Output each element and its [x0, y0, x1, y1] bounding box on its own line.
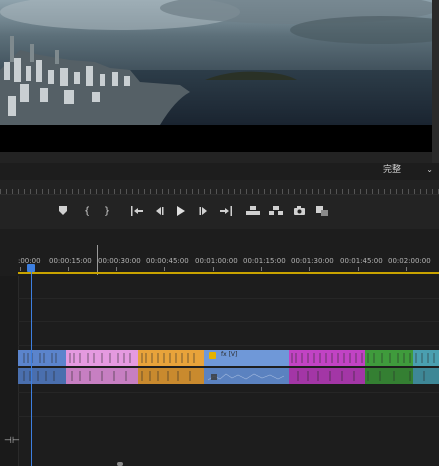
- step-back-icon: [156, 207, 164, 215]
- export-frame-button[interactable]: [290, 203, 308, 221]
- timecode-label: 00:01:45:00: [340, 257, 383, 265]
- timecode-label: 00:01:00:00: [195, 257, 238, 265]
- playback-resolution-dropdown[interactable]: 完整 ⌄: [381, 163, 433, 177]
- go-to-in-button[interactable]: [128, 203, 146, 221]
- timeline-panel: :00:00 00:00:15:00 00:00:30:00 00:00:45:…: [0, 229, 439, 466]
- chevron-down-icon: ⌄: [426, 165, 433, 174]
- track-divider: [18, 416, 439, 417]
- work-area-bar[interactable]: [18, 272, 439, 274]
- snap-icon[interactable]: ⊣⊢: [4, 436, 20, 446]
- timecode-label: 00:00:15:00: [49, 257, 92, 265]
- tick-mark: [116, 267, 117, 271]
- playhead[interactable]: [31, 272, 32, 466]
- marker-icon: [59, 206, 67, 215]
- tick-mark: [406, 267, 407, 271]
- mark-in-button[interactable]: {: [78, 203, 96, 221]
- comparison-icon: [316, 206, 328, 216]
- timecode-label: 00:00:45:00: [146, 257, 189, 265]
- city-coast-frame-image: [0, 0, 432, 152]
- play-button[interactable]: [172, 203, 190, 221]
- playhead-handle[interactable]: [27, 264, 35, 272]
- tick-mark: [68, 267, 69, 271]
- go-to-in-icon: [131, 206, 143, 216]
- go-to-out-button[interactable]: [217, 203, 235, 221]
- clip-keyframe-overlay: [23, 353, 435, 381]
- tick-mark: [213, 267, 214, 271]
- timecode-label: 00:01:15:00: [243, 257, 286, 265]
- lift-icon: [246, 206, 260, 215]
- play-icon: [177, 206, 185, 216]
- timecode-label: 00:00:30:00: [98, 257, 141, 265]
- go-to-out-icon: [220, 206, 232, 216]
- extract-icon: [269, 206, 283, 215]
- video-preview[interactable]: [0, 0, 432, 152]
- tick-mark: [164, 267, 165, 271]
- step-back-button[interactable]: [150, 203, 168, 221]
- tick-mark: [261, 267, 262, 271]
- tick-mark: [20, 267, 21, 271]
- step-forward-button[interactable]: [195, 203, 213, 221]
- comparison-view-button[interactable]: [313, 203, 331, 221]
- monitor-time-ruler[interactable]: [0, 180, 439, 194]
- track-divider: [18, 345, 439, 346]
- zoom-scroll-handle[interactable]: [117, 462, 123, 466]
- tick-mark: [309, 267, 310, 271]
- lift-button[interactable]: [244, 203, 262, 221]
- camera-icon: [293, 206, 305, 215]
- track-divider: [18, 392, 439, 393]
- mark-in-icon: {: [83, 206, 91, 217]
- track-divider: [18, 298, 439, 299]
- transport-controls: { }: [0, 194, 439, 230]
- mark-out-button[interactable]: }: [98, 203, 116, 221]
- timecode-label: 00:02:00:00: [388, 257, 431, 265]
- playback-resolution-label: 完整: [383, 165, 402, 175]
- tick-mark: [358, 267, 359, 271]
- track-divider: [18, 321, 439, 322]
- monitor-scrollbar[interactable]: [432, 0, 439, 163]
- timecode-label: 00:01:30:00: [291, 257, 334, 265]
- mark-out-icon: }: [103, 206, 111, 217]
- add-marker-button[interactable]: [54, 203, 72, 221]
- step-forward-icon: [199, 207, 207, 215]
- extract-button[interactable]: [267, 203, 285, 221]
- program-monitor: [0, 0, 439, 163]
